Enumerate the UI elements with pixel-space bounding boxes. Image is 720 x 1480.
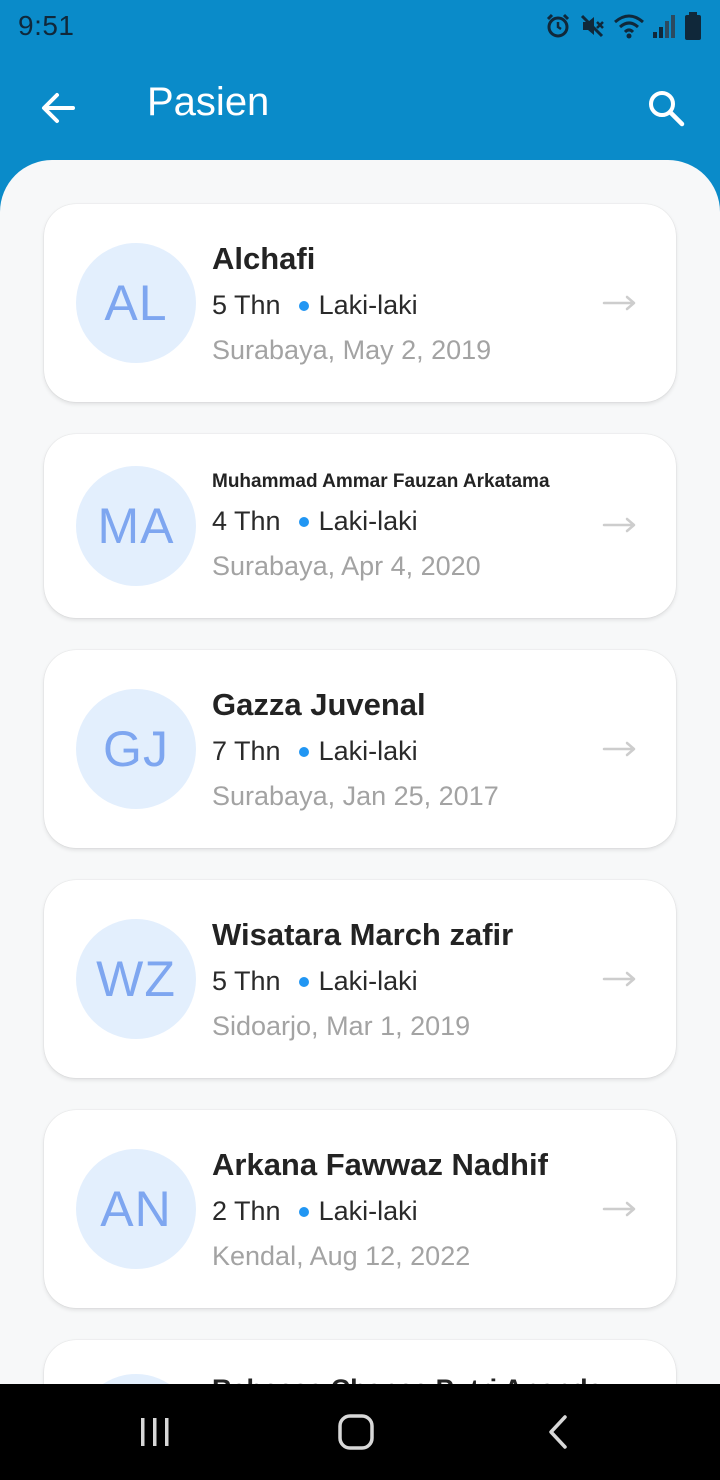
avatar: WZ [76, 919, 196, 1039]
patient-age: 4 Thn [212, 506, 281, 536]
patient-age: 2 Thn [212, 1196, 281, 1226]
signal-icon [653, 15, 675, 38]
arrow-right-icon [602, 741, 636, 757]
arrow-right-icon [602, 1201, 636, 1217]
patient-name: Wisatara March zafir [212, 917, 514, 952]
page-title: Pasien [147, 80, 270, 124]
home-button[interactable] [326, 1408, 386, 1456]
patient-gender: Laki-laki [318, 1196, 418, 1226]
back-button[interactable] [32, 86, 84, 130]
search-button[interactable] [640, 84, 692, 132]
recent-apps-button[interactable] [125, 1408, 185, 1456]
patient-birth-info: Surabaya, May 2, 2019 [212, 335, 492, 365]
separator-dot [298, 1206, 309, 1217]
patient-gender: Laki-laki [318, 966, 418, 996]
patient-name: Muhammad Ammar Fauzan Arkatama [212, 471, 550, 492]
patient-birth-info: Sidoarjo, Mar 1, 2019 [212, 1011, 471, 1041]
patient-birth-info: Surabaya, Apr 4, 2020 [212, 551, 481, 581]
separator-dot [298, 300, 309, 311]
patient-name: Alchafi [212, 241, 316, 276]
patient-card[interactable]: AN Arkana Fawwaz Nadhif 2 Thn Laki-laki … [44, 1110, 676, 1308]
arrow-right-icon [602, 517, 636, 533]
patient-list[interactable]: AL Alchafi 5 Thn Laki-laki Surabaya, May… [0, 160, 720, 1400]
patient-meta: 5 Thn Laki-laki [212, 290, 418, 321]
battery-icon [685, 12, 701, 40]
system-navigation-bar [0, 1384, 720, 1480]
recent-apps-icon [141, 1418, 169, 1446]
patient-card[interactable]: WZ Wisatara March zafir 5 Thn Laki-laki … [44, 880, 676, 1078]
patient-meta: 2 Thn Laki-laki [212, 1196, 418, 1227]
status-icons [544, 11, 702, 41]
avatar: MA [76, 466, 196, 586]
search-icon [649, 91, 685, 127]
patient-meta: 7 Thn Laki-laki [212, 736, 418, 767]
system-back-button[interactable] [528, 1408, 588, 1456]
avatar: GJ [76, 689, 196, 809]
app-screen: 9:51 Pasien AL Alchafi 5 Thn Laki-laki S… [0, 0, 720, 1480]
patient-card[interactable]: GJ Gazza Juvenal 7 Thn Laki-laki Surabay… [44, 650, 676, 848]
patient-name: Gazza Juvenal [212, 687, 426, 722]
chevron-left-icon [549, 1415, 567, 1449]
arrow-left-icon [42, 93, 75, 123]
avatar: AL [76, 243, 196, 363]
patient-age: 5 Thn [212, 290, 281, 320]
patient-card[interactable]: MA Muhammad Ammar Fauzan Arkatama 4 Thn … [44, 434, 676, 618]
separator-dot [298, 976, 309, 987]
patient-card[interactable]: AL Alchafi 5 Thn Laki-laki Surabaya, May… [44, 204, 676, 402]
patient-age: 7 Thn [212, 736, 281, 766]
app-bar: Pasien [0, 52, 720, 160]
alarm-icon [546, 13, 570, 38]
status-time: 9:51 [18, 10, 75, 41]
separator-dot [298, 746, 309, 757]
status-bar: 9:51 [0, 0, 720, 52]
patient-gender: Laki-laki [318, 506, 418, 536]
wifi-icon [614, 14, 644, 39]
patient-name: Arkana Fawwaz Nadhif [212, 1147, 548, 1182]
patient-meta: 4 Thn Laki-laki [212, 506, 418, 537]
avatar: AN [76, 1149, 196, 1269]
separator-dot [298, 516, 309, 527]
patient-birth-info: Kendal, Aug 12, 2022 [212, 1241, 471, 1271]
patient-age: 5 Thn [212, 966, 281, 996]
patient-gender: Laki-laki [318, 290, 418, 320]
patient-birth-info: Surabaya, Jan 25, 2017 [212, 781, 499, 811]
patient-gender: Laki-laki [318, 736, 418, 766]
home-icon [338, 1414, 374, 1450]
arrow-right-icon [602, 971, 636, 987]
arrow-right-icon [602, 295, 636, 311]
patient-meta: 5 Thn Laki-laki [212, 966, 418, 997]
mute-icon [580, 14, 604, 38]
